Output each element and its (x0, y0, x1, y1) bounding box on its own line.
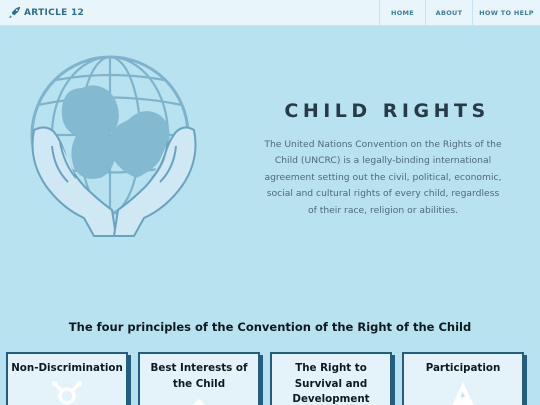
brand-logo[interactable]: ARTICLE 12 (0, 0, 84, 26)
nav-link-about[interactable]: ABOUT (425, 0, 472, 26)
principle-card-participation[interactable]: Participation (402, 352, 524, 405)
nav-links: HOME ABOUT HOW TO HELP (379, 0, 540, 26)
principle-card-title: Non-Discrimination (11, 362, 123, 374)
principle-card-best-interests[interactable]: Best Interests of the Child (138, 352, 260, 405)
nav-link-home[interactable]: HOME (379, 0, 425, 26)
hand-raise-icon (452, 382, 474, 405)
principle-card-title: Best Interests of the Child (150, 362, 248, 390)
gender-symbols-icon (52, 381, 82, 405)
rocket-icon (8, 6, 21, 19)
principle-card-title: The Right to Survival and Development (292, 362, 370, 405)
hero-description: The United Nations Convention on the Rig… (264, 139, 502, 216)
principle-card-title: Participation (425, 362, 501, 374)
brand-name: ARTICLE 12 (24, 7, 85, 18)
principle-card-survival-development[interactable]: The Right to Survival and Development (270, 352, 392, 405)
nav-link-how-to-help[interactable]: HOW TO HELP (472, 0, 540, 26)
top-navbar: ARTICLE 12 HOME ABOUT HOW TO HELP (0, 0, 540, 26)
house-icon (192, 399, 206, 405)
hands-globe-child-illustration (30, 55, 197, 237)
principle-card-non-discrimination[interactable]: Non-Discrimination (6, 352, 128, 405)
principles-heading: The four principles of the Convention of… (68, 320, 472, 334)
hero-title: CHILD RIGHTS (284, 100, 490, 122)
